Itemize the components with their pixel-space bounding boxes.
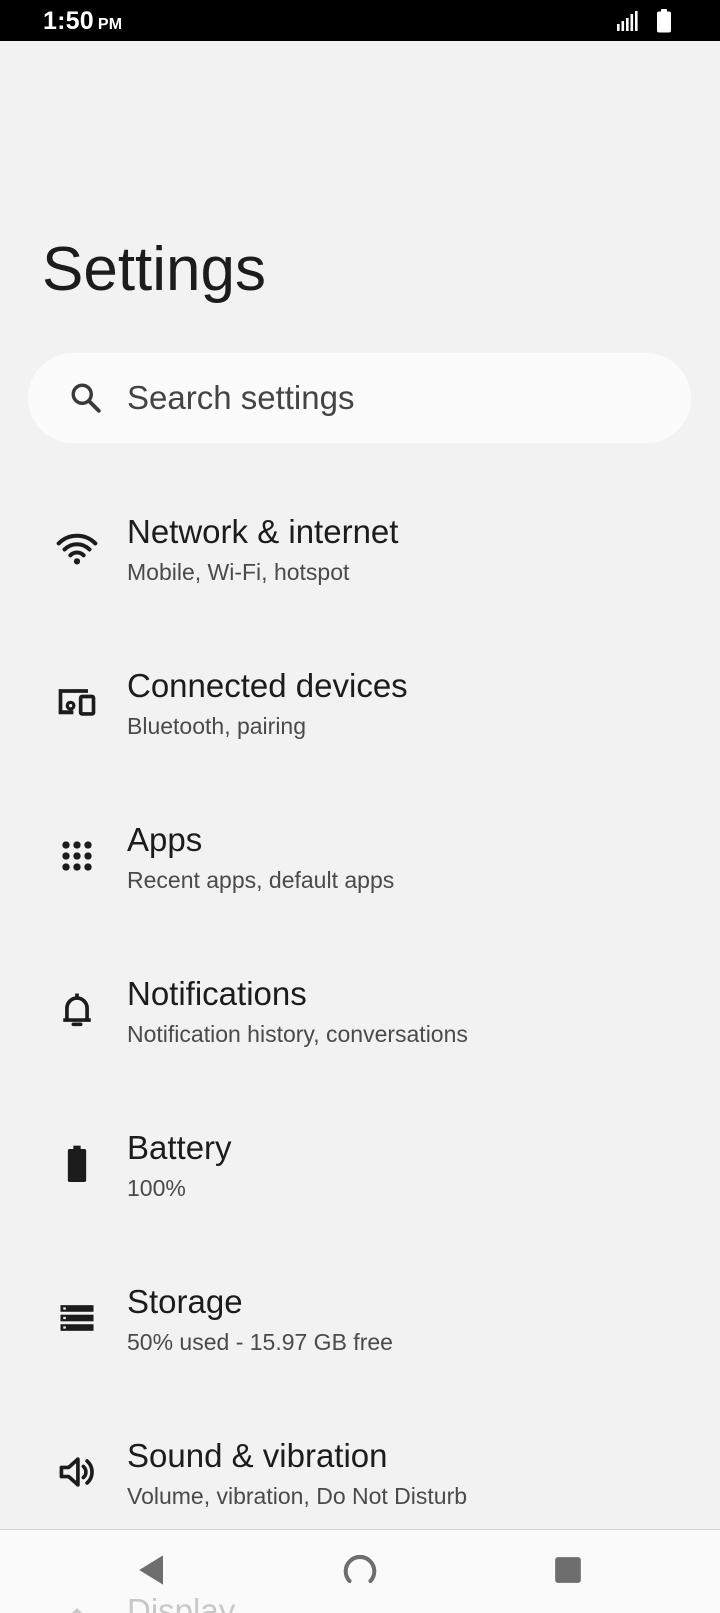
page-title: Settings bbox=[42, 235, 267, 304]
settings-item-storage[interactable]: Storage 50% used - 15.97 GB free bbox=[0, 1250, 720, 1390]
settings-item-network[interactable]: Network & internet Mobile, Wi-Fi, hotspo… bbox=[0, 480, 720, 620]
status-icons bbox=[616, 9, 672, 33]
back-icon[interactable] bbox=[130, 1548, 174, 1592]
battery-full-icon bbox=[657, 9, 671, 33]
recents-icon[interactable] bbox=[546, 1548, 590, 1592]
settings-item-sound[interactable]: Sound & vibration Volume, vibration, Do … bbox=[0, 1404, 720, 1544]
settings-item-subtitle: Bluetooth, pairing bbox=[127, 713, 307, 739]
settings-item-subtitle: 100% bbox=[127, 1175, 186, 1201]
home-icon[interactable] bbox=[338, 1548, 382, 1592]
settings-item-subtitle: Volume, vibration, Do Not Disturb bbox=[127, 1483, 468, 1509]
settings-item-subtitle: Recent apps, default apps bbox=[127, 867, 395, 893]
settings-item-title: Connected devices bbox=[127, 667, 408, 704]
search-icon bbox=[68, 380, 104, 416]
settings-item-notifications[interactable]: Notifications Notification history, conv… bbox=[0, 942, 720, 1082]
search-input[interactable]: Search settings bbox=[127, 353, 354, 443]
search-bar[interactable]: Search settings bbox=[28, 353, 691, 443]
storage-icon bbox=[55, 1296, 99, 1340]
settings-item-title: Storage bbox=[127, 1283, 243, 1320]
volume-icon bbox=[55, 1450, 99, 1494]
status-bar: 1:50 PM bbox=[0, 0, 720, 41]
settings-item-title: Notifications bbox=[127, 975, 307, 1012]
battery-icon bbox=[55, 1142, 99, 1186]
wifi-icon bbox=[55, 526, 99, 570]
settings-item-subtitle: Notification history, conversations bbox=[127, 1021, 468, 1047]
settings-item-title: Sound & vibration bbox=[127, 1437, 388, 1474]
settings-item-title: Network & internet bbox=[127, 513, 399, 550]
settings-item-title: Battery bbox=[127, 1129, 232, 1166]
connected-devices-icon bbox=[55, 680, 99, 724]
signal-icon bbox=[617, 11, 638, 31]
settings-item-apps[interactable]: Apps Recent apps, default apps bbox=[0, 788, 720, 928]
navigation-bar: Display bbox=[0, 1529, 720, 1613]
apps-grid-icon bbox=[55, 834, 99, 878]
settings-item-battery[interactable]: Battery 100% bbox=[0, 1096, 720, 1236]
status-time: 1:50 PM bbox=[43, 6, 122, 40]
status-time-value: 1:50 bbox=[43, 7, 94, 35]
settings-item-title: Apps bbox=[127, 821, 203, 858]
status-time-ampm: PM bbox=[97, 16, 123, 33]
settings-item-subtitle: Mobile, Wi-Fi, hotspot bbox=[127, 559, 350, 585]
settings-item-subtitle: 50% used - 15.97 GB free bbox=[127, 1329, 393, 1355]
settings-item-display[interactable]: Display bbox=[127, 1592, 235, 1613]
settings-item-connected-devices[interactable]: Connected devices Bluetooth, pairing bbox=[0, 634, 720, 774]
bell-icon bbox=[55, 988, 99, 1032]
display-icon bbox=[62, 1602, 92, 1613]
